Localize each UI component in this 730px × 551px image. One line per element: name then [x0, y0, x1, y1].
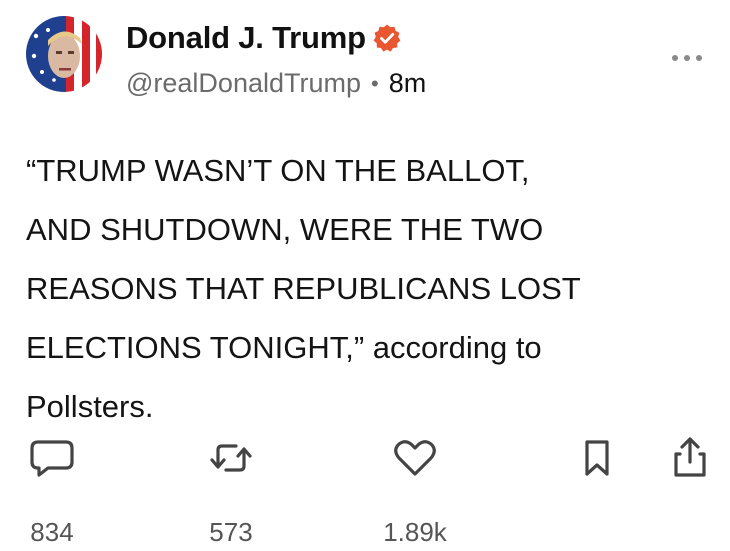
repost-count: 573 [209, 517, 253, 547]
verified-badge-icon [372, 23, 402, 53]
comment-icon [30, 440, 74, 477]
reply-button[interactable]: 834 [22, 436, 82, 548]
repost-button[interactable]: 573 [201, 436, 261, 548]
more-horizontal-icon[interactable] [664, 48, 710, 68]
post-timestamp[interactable]: 8m [389, 68, 427, 99]
like-count: 1.89k [383, 517, 447, 547]
like-button[interactable]: 1.89k [383, 436, 447, 548]
repost-icon [210, 444, 252, 472]
action-bar: 834 573 1.89k [0, 436, 730, 548]
more-dot [696, 55, 702, 61]
author-meta-row: @realDonaldTrump • 8m [126, 68, 426, 99]
author-name-row: Donald J. Trump [126, 20, 402, 56]
bookmark-button[interactable] [577, 436, 617, 480]
reply-count: 834 [30, 517, 74, 547]
share-icon [674, 437, 706, 477]
more-dot [684, 55, 690, 61]
avatar-image [26, 16, 102, 92]
share-button[interactable] [668, 436, 712, 480]
heart-icon [394, 440, 436, 476]
post-text: “TRUMP WASN’T ON THE BALLOT, AND SHUTDOW… [26, 153, 581, 424]
more-dot [672, 55, 678, 61]
avatar[interactable] [26, 16, 102, 92]
bookmark-icon [585, 440, 609, 476]
post-card: Donald J. Trump @realDonaldTrump • 8m “T… [0, 0, 730, 551]
meta-separator: • [371, 70, 379, 96]
author-display-name[interactable]: Donald J. Trump [126, 20, 366, 56]
author-handle[interactable]: @realDonaldTrump [126, 68, 361, 99]
